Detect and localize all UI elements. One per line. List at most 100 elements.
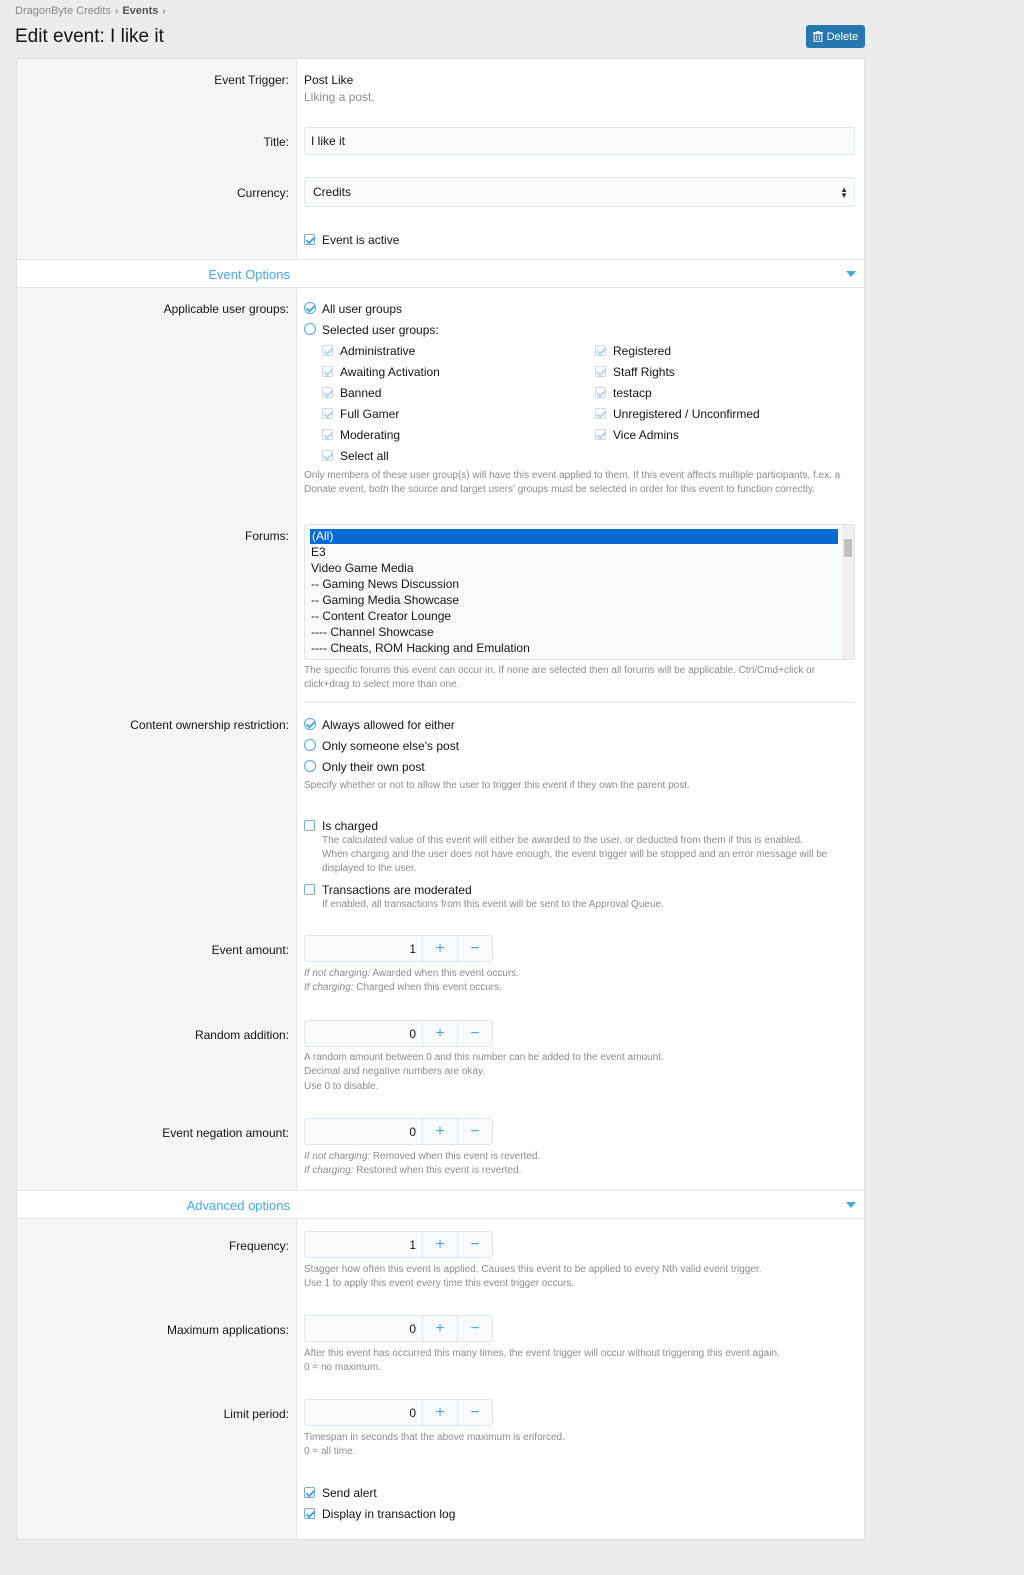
is-charged-hint-3: displayed to the user. [322, 863, 417, 874]
all-user-groups-label[interactable]: All user groups [322, 302, 402, 316]
negation-amount-input[interactable]: 0 [304, 1118, 423, 1145]
forum-option[interactable]: E3 [311, 545, 326, 559]
hint-text: Awarded when this event occurs. [370, 968, 519, 979]
trash-icon [812, 31, 823, 42]
increment-button[interactable]: + [423, 935, 458, 962]
group-label-banned[interactable]: Banned [340, 386, 381, 400]
event-amount-input[interactable]: 1 [304, 935, 423, 962]
selected-user-groups-radio[interactable] [304, 323, 316, 335]
ownership-radio-own[interactable] [304, 760, 316, 772]
delete-button[interactable]: Delete [806, 25, 865, 48]
decrement-button[interactable]: − [458, 935, 493, 962]
group-checkbox-administrative[interactable] [322, 345, 333, 356]
ownership-option-either[interactable]: Always allowed for either [322, 718, 455, 732]
group-checkbox-select-all[interactable] [322, 450, 333, 461]
decrement-button[interactable]: − [458, 1020, 493, 1047]
forums-listbox[interactable]: (All) E3 Video Game Media -- Gaming News… [304, 524, 855, 660]
forum-option[interactable]: (All) [310, 529, 838, 544]
group-checkbox-registered[interactable] [595, 345, 606, 356]
advanced-options-header[interactable]: Advanced options [17, 1190, 864, 1219]
title-input[interactable]: I like it [304, 127, 855, 155]
event-amount-hint-1: If not charging: Awarded when this event… [304, 967, 519, 981]
increment-button[interactable]: + [423, 1020, 458, 1047]
decrement-button[interactable]: − [458, 1231, 493, 1258]
group-checkbox-testacp[interactable] [595, 387, 606, 398]
all-user-groups-radio[interactable] [304, 302, 316, 314]
title-input-value: I like it [311, 134, 346, 148]
breadcrumb-current[interactable]: Events [122, 5, 158, 17]
forum-option[interactable]: -- Gaming News Discussion [311, 577, 459, 591]
scrollbar-thumb[interactable] [844, 539, 852, 557]
random-addition-hint-3: Use 0 to disable. [304, 1081, 379, 1092]
decrement-button[interactable]: − [458, 1399, 493, 1426]
max-applications-hint-2: 0 = no maximum. [304, 1362, 381, 1373]
event-active-label[interactable]: Event is active [322, 233, 399, 247]
forum-option[interactable]: -- Gaming Media Showcase [311, 593, 459, 607]
max-applications-input[interactable]: 0 [304, 1315, 423, 1342]
group-checkbox-vice-admins[interactable] [595, 429, 606, 440]
collapse-arrow-icon[interactable] [846, 1202, 856, 1208]
limit-period-input[interactable]: 0 [304, 1399, 423, 1426]
increment-button[interactable]: + [423, 1118, 458, 1145]
ownership-radio-others[interactable] [304, 739, 316, 751]
group-checkbox-staff-rights[interactable] [595, 366, 606, 377]
negation-amount-hint-2: If charging: Restored when this event is… [304, 1164, 521, 1178]
forum-option[interactable]: Video Game Media [311, 561, 414, 575]
moderated-label[interactable]: Transactions are moderated [322, 883, 472, 897]
breadcrumb-root[interactable]: DragonByte Credits [15, 5, 111, 17]
decrement-button[interactable]: − [458, 1315, 493, 1342]
currency-select[interactable]: Credits ▲ ▼ [304, 177, 855, 207]
frequency-input[interactable]: 1 [304, 1231, 423, 1258]
group-label-testacp[interactable]: testacp [613, 386, 652, 400]
group-label-vice-admins[interactable]: Vice Admins [613, 428, 679, 442]
forums-scrollbar[interactable] [842, 525, 854, 659]
event-options-header[interactable]: Event Options [17, 259, 864, 288]
increment-button[interactable]: + [423, 1399, 458, 1426]
ownership-option-own[interactable]: Only their own post [322, 760, 425, 774]
group-label-unregistered[interactable]: Unregistered / Unconfirmed [613, 407, 760, 421]
group-checkbox-banned[interactable] [322, 387, 333, 398]
is-charged-hint-2: When charging and the user does not have… [322, 849, 828, 860]
group-label-registered[interactable]: Registered [613, 344, 671, 358]
forum-option[interactable]: -- Content Creator Lounge [311, 609, 451, 623]
currency-label: Currency: [236, 186, 289, 200]
send-alert-label[interactable]: Send alert [322, 1486, 377, 1500]
group-checkbox-awaiting-activation[interactable] [322, 366, 333, 377]
group-label-awaiting-activation[interactable]: Awaiting Activation [340, 365, 440, 379]
forum-option[interactable]: ---- Cheats, ROM Hacking and Emulation [311, 641, 530, 655]
group-checkbox-moderating[interactable] [322, 429, 333, 440]
group-checkbox-unregistered[interactable] [595, 408, 606, 419]
divider [304, 702, 855, 703]
is-charged-label[interactable]: Is charged [322, 819, 378, 833]
group-checkbox-full-gamer[interactable] [322, 408, 333, 419]
forum-option[interactable]: ---- Channel Showcase [311, 625, 434, 639]
is-charged-checkbox[interactable] [304, 820, 315, 831]
increment-button[interactable]: + [423, 1315, 458, 1342]
negation-amount-label: Event negation amount: [162, 1126, 289, 1140]
event-active-checkbox[interactable] [304, 234, 315, 245]
event-amount-label: Event amount: [211, 943, 289, 957]
event-trigger-label: Event Trigger: [214, 73, 289, 87]
decrement-button[interactable]: − [458, 1118, 493, 1145]
transaction-log-label[interactable]: Display in transaction log [322, 1507, 455, 1521]
group-label-administrative[interactable]: Administrative [340, 344, 415, 358]
max-applications-hint-1: After this event has occurred this many … [304, 1348, 780, 1359]
transaction-log-checkbox[interactable] [304, 1508, 315, 1519]
limit-period-hint-1: Timespan in seconds that the above maxim… [304, 1432, 565, 1443]
moderated-checkbox[interactable] [304, 884, 315, 895]
limit-period-stepper: 0 + − [304, 1399, 493, 1426]
breadcrumb: DragonByte Credits › Events › [15, 5, 166, 17]
group-label-select-all[interactable]: Select all [340, 449, 389, 463]
selected-user-groups-label[interactable]: Selected user groups: [322, 323, 439, 337]
ownership-option-others[interactable]: Only someone else's post [322, 739, 459, 753]
random-addition-input[interactable]: 0 [304, 1020, 423, 1047]
group-label-staff-rights[interactable]: Staff Rights [613, 365, 675, 379]
group-label-full-gamer[interactable]: Full Gamer [340, 407, 399, 421]
ownership-radio-either[interactable] [304, 718, 316, 730]
send-alert-checkbox[interactable] [304, 1487, 315, 1498]
chevron-right-icon: › [115, 5, 119, 17]
group-label-moderating[interactable]: Moderating [340, 428, 400, 442]
collapse-arrow-icon[interactable] [846, 271, 856, 277]
limit-period-label: Limit period: [223, 1407, 289, 1421]
increment-button[interactable]: + [423, 1231, 458, 1258]
